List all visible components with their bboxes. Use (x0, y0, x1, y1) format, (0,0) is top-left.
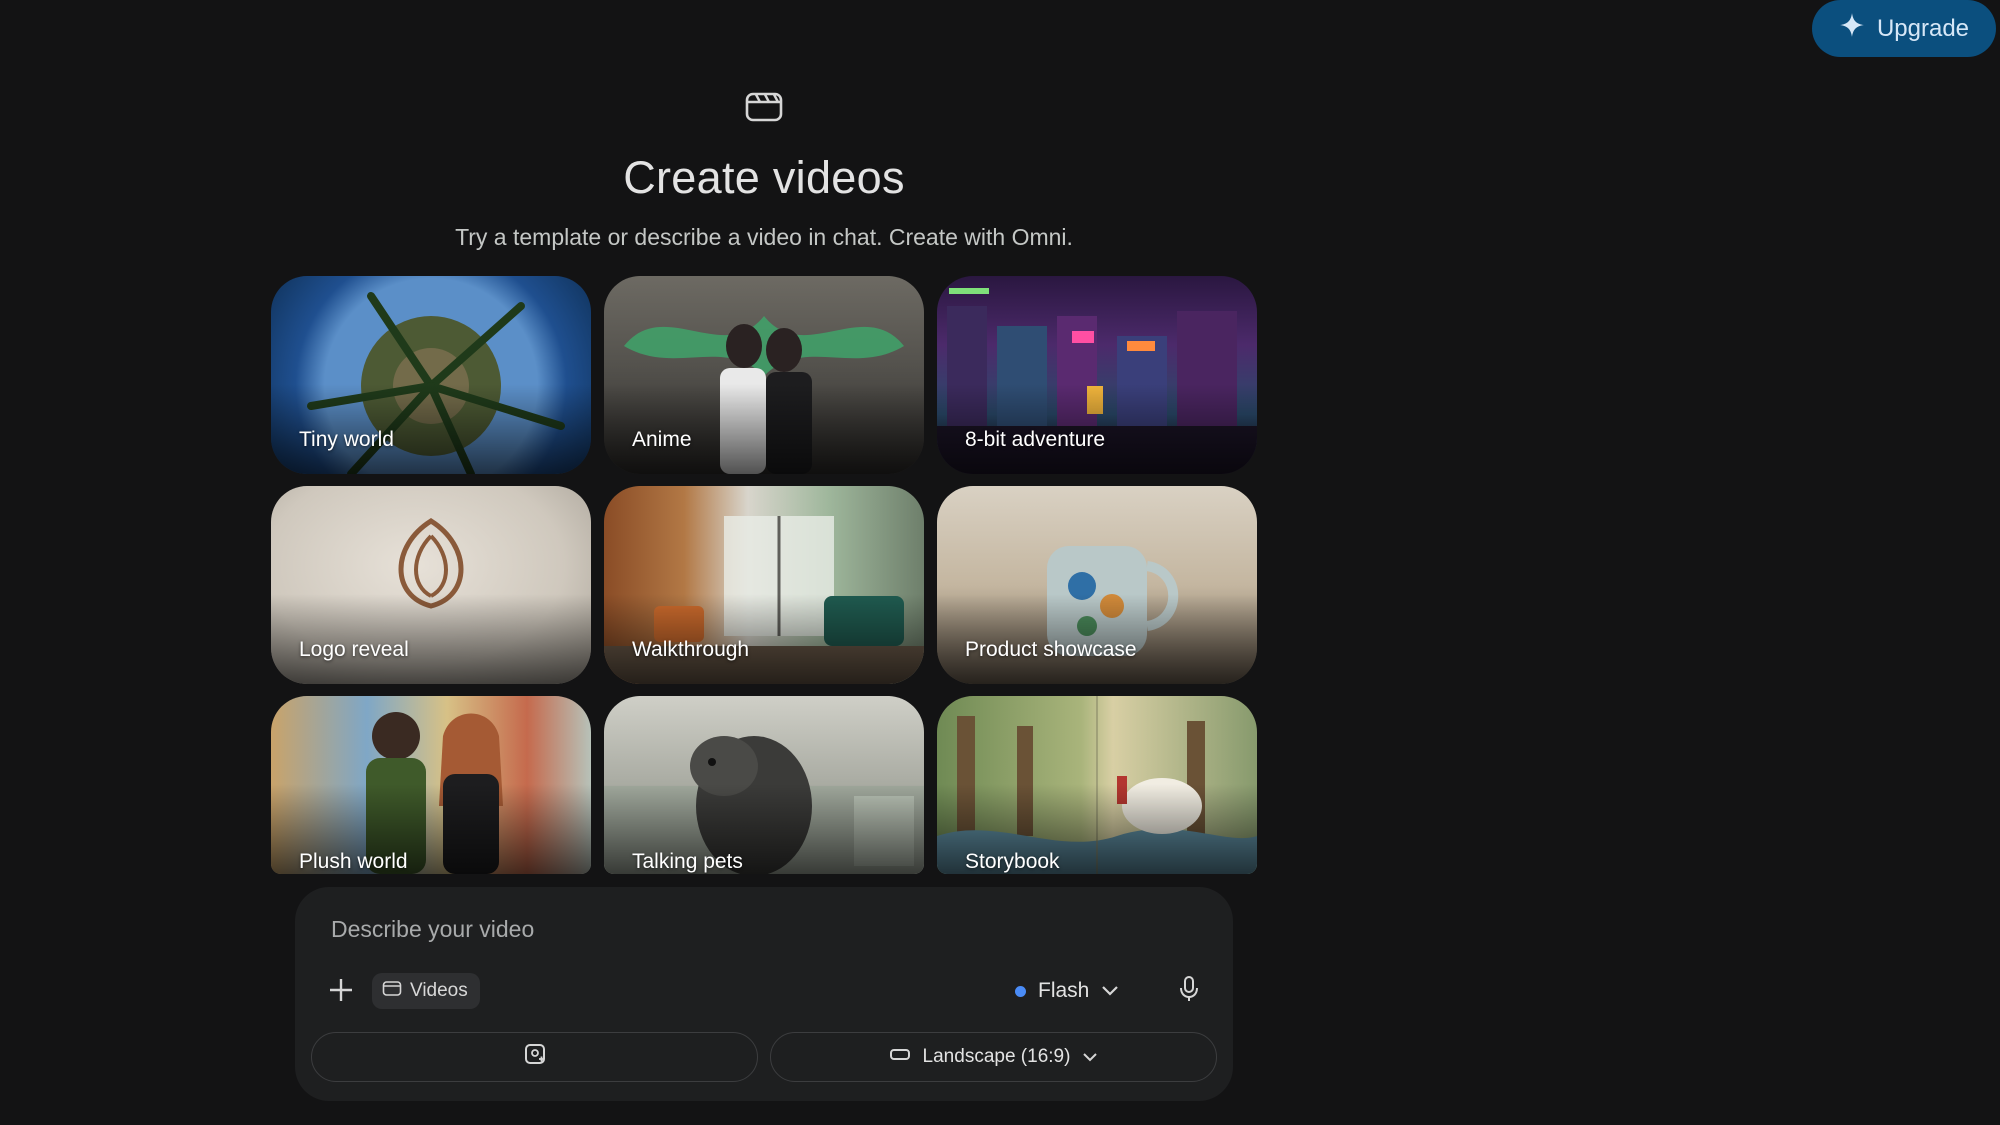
template-card-product-showcase[interactable]: Product showcase (937, 486, 1257, 684)
template-label: Logo reveal (299, 638, 409, 661)
video-clapper-icon (382, 979, 402, 1003)
aspect-label: Landscape (16:9) (922, 1046, 1071, 1067)
video-clapper-icon (745, 88, 783, 122)
template-card-8-bit-adventure[interactable]: 8-bit adventure (937, 276, 1257, 474)
template-card-storybook[interactable]: Storybook (937, 696, 1257, 874)
microphone-button[interactable] (1172, 972, 1206, 1010)
template-label: Storybook (965, 850, 1060, 873)
page-title: Create videos (623, 152, 905, 203)
template-label: 8-bit adventure (965, 428, 1106, 451)
template-grid: Tiny world Anime 8-bit adventure Logo re… (271, 276, 1257, 874)
model-label: Flash (1038, 979, 1090, 1002)
add-button[interactable] (325, 976, 357, 1008)
template-label: Plush world (299, 850, 408, 873)
sparkle-icon (1839, 12, 1865, 45)
template-card-tiny-world[interactable]: Tiny world (271, 276, 591, 474)
template-card-logo-reveal[interactable]: Logo reveal (271, 486, 591, 684)
upgrade-button[interactable]: Upgrade (1812, 0, 1996, 57)
template-label: Tiny world (299, 428, 394, 451)
chevron-down-icon (1082, 1046, 1098, 1068)
template-card-walkthrough[interactable]: Walkthrough (604, 486, 924, 684)
template-label: Walkthrough (632, 638, 750, 661)
template-card-anime[interactable]: Anime (604, 276, 924, 474)
template-card-plush-world[interactable]: Plush world (271, 696, 591, 874)
model-selector[interactable]: Flash (1015, 971, 1119, 1011)
model-status-dot (1015, 985, 1026, 997)
page-header: Create videos Try a template or describe… (0, 88, 1528, 251)
videos-tool-chip[interactable]: Videos (372, 973, 480, 1009)
template-label: Product showcase (965, 638, 1137, 661)
prompt-input[interactable] (329, 909, 1029, 949)
template-label: Talking pets (632, 850, 743, 873)
microphone-icon (1178, 975, 1200, 1008)
plus-icon (328, 977, 354, 1008)
chevron-down-icon (1101, 979, 1119, 1003)
prompt-composer: Videos Flash Landscape (16:9) (295, 887, 1233, 1101)
template-label: Anime (632, 428, 692, 451)
reference-image-button[interactable] (311, 1032, 758, 1082)
add-image-icon (523, 1042, 547, 1072)
chip-label: Videos (410, 980, 468, 1001)
template-card-talking-pets[interactable]: Talking pets (604, 696, 924, 874)
page-subtitle: Try a template or describe a video in ch… (455, 224, 1073, 250)
aspect-ratio-selector[interactable]: Landscape (16:9) (770, 1032, 1217, 1082)
upgrade-label: Upgrade (1876, 14, 1970, 42)
landscape-icon (889, 1046, 911, 1068)
